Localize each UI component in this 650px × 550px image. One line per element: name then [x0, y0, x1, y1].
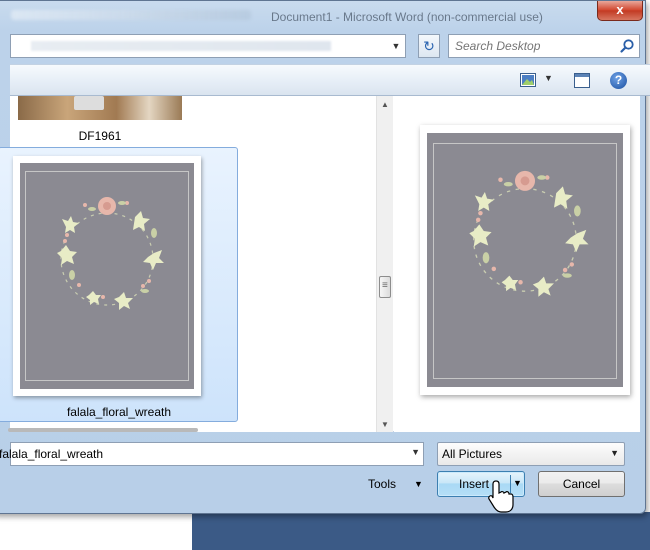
scroll-up-icon[interactable]: ▲ — [381, 100, 389, 109]
preview-pane-icon[interactable] — [574, 73, 590, 88]
search-box[interactable] — [448, 34, 640, 58]
change-view-icon[interactable] — [520, 73, 536, 87]
floral-wreath-image — [57, 197, 164, 310]
horizontal-scrollbar[interactable] — [8, 428, 198, 432]
tools-label: Tools — [368, 477, 397, 491]
file-type-select[interactable]: All Pictures ▼ — [437, 442, 625, 466]
file-name-chevron-down-icon[interactable]: ▼ — [411, 447, 420, 457]
vertical-scrollbar[interactable]: ▲ ▼ — [376, 96, 393, 432]
chevron-down-icon[interactable]: ▼ — [389, 38, 403, 54]
file-label-floral-wreath: falala_floral_wreath — [66, 405, 172, 419]
file-thumbnail-df1961[interactable] — [18, 96, 182, 120]
search-icon[interactable] — [619, 38, 635, 54]
address-bar[interactable]: ▼ — [10, 34, 406, 58]
wreath-artwork — [20, 163, 194, 389]
title-blur — [11, 10, 251, 20]
file-list: DF1961 falala_floral_wreath — [0, 96, 380, 432]
refresh-button[interactable]: ↻ — [418, 34, 440, 58]
background-document-page — [0, 512, 192, 550]
tools-chevron-down-icon: ▼ — [414, 479, 423, 489]
chevron-down-icon: ▼ — [610, 448, 619, 458]
preview-floral-wreath — [469, 170, 589, 297]
preview-pane — [394, 96, 640, 432]
scrollbar-thumb[interactable] — [379, 276, 391, 298]
mouse-cursor-icon — [488, 480, 514, 513]
file-type-value: All Pictures — [442, 447, 503, 461]
content-area: DF1961 falala_floral_wreath ▲ ≡ ▼ — [0, 96, 640, 432]
help-icon[interactable]: ? — [610, 72, 627, 89]
search-input[interactable] — [449, 35, 609, 57]
scroll-down-icon[interactable]: ▼ — [381, 420, 389, 429]
window-title: Document1 - Microsoft Word (non-commerci… — [271, 10, 543, 24]
file-item-selected[interactable]: falala_floral_wreath — [0, 147, 238, 422]
tools-button[interactable]: Tools ▼ — [362, 474, 432, 496]
view-dropdown-chevron-icon[interactable]: ▼ — [544, 73, 553, 83]
help-glyph: ? — [614, 73, 623, 87]
close-icon: x — [616, 2, 624, 17]
cancel-button[interactable]: Cancel — [538, 471, 625, 497]
preview-artwork — [427, 133, 623, 387]
refresh-icon: ↻ — [423, 38, 435, 54]
file-name-field[interactable]: ▼ — [0, 442, 424, 466]
file-label-df1961[interactable]: DF1961 — [50, 129, 150, 143]
close-button[interactable]: x — [597, 1, 643, 21]
address-path-blur — [31, 41, 331, 51]
file-thumbnail-floral-wreath — [13, 156, 201, 396]
command-toolbar: ▼ ? — [10, 64, 650, 96]
file-name-input[interactable] — [0, 443, 389, 465]
background-desktop — [192, 512, 650, 550]
title-bar: Document1 - Microsoft Word (non-commerci… — [0, 1, 647, 31]
preview-image — [420, 125, 630, 395]
